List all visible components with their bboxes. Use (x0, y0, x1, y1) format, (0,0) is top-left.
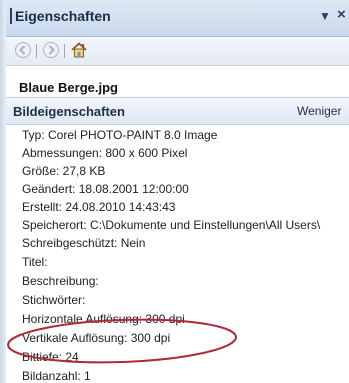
forward-icon[interactable] (42, 41, 60, 59)
toolbar (6, 37, 349, 66)
property-readonly: Schreibgeschützt: Nein (22, 236, 146, 250)
close-icon[interactable]: × (337, 6, 346, 23)
property-title: Titel: (22, 255, 48, 269)
property-modified: Geändert: 18.08.2001 12:00:00 (22, 182, 189, 196)
file-name: Blaue Berge.jpg (19, 80, 118, 95)
back-icon[interactable] (14, 41, 32, 59)
property-type: Typ: Corel PHOTO-PAINT 8.0 Image (22, 128, 218, 142)
property-size: Größe: 27,8 KB (22, 164, 106, 178)
panel-header: Eigenschaften ▼ × (6, 0, 349, 37)
property-keywords: Stichwörter: (22, 293, 86, 307)
property-location: Speicherort: C:\Dokumente und Einstellun… (22, 218, 321, 232)
toolbar-separator (64, 44, 65, 58)
section-header-image-properties[interactable]: Bildeigenschaften Weniger (6, 97, 349, 125)
section-title: Bildeigenschaften (13, 104, 125, 119)
toolbar-separator (36, 44, 37, 58)
highlight-ellipse (7, 318, 237, 364)
panel-title: Eigenschaften (10, 8, 111, 24)
less-toggle-link[interactable]: Weniger (297, 104, 341, 118)
property-description: Beschreibung: (22, 274, 99, 288)
property-dimensions: Abmessungen: 800 x 600 Pixel (22, 146, 188, 160)
property-image-count: Bildanzahl: 1 (22, 369, 91, 383)
property-created: Erstellt: 24.08.2010 14:43:43 (22, 200, 176, 214)
chevron-down-icon[interactable]: ▼ (319, 9, 331, 23)
home-icon[interactable] (70, 41, 88, 59)
properties-panel: Eigenschaften ▼ × Blaue Berge.jpg Bildei… (6, 0, 349, 383)
